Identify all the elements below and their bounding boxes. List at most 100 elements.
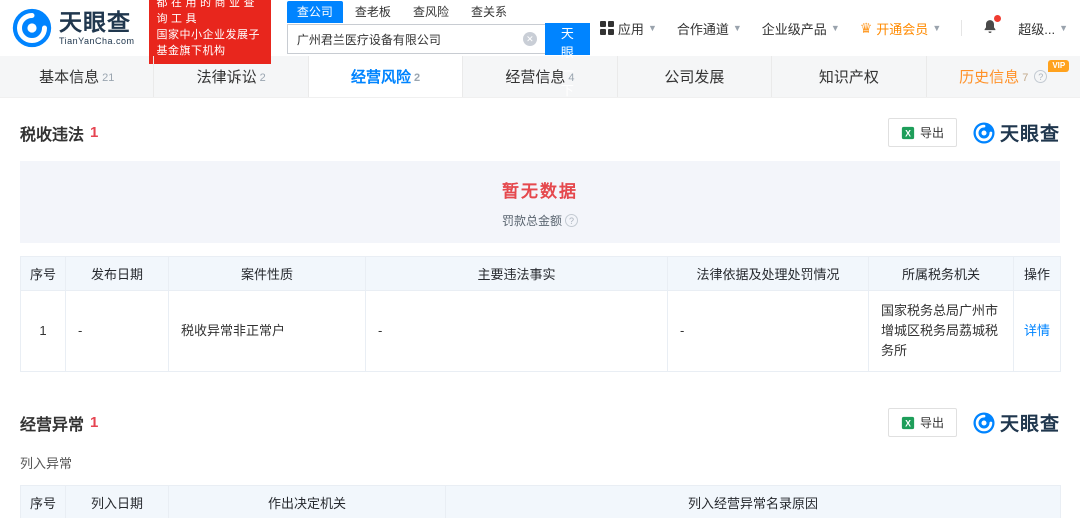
tab-label: 历史信息 xyxy=(959,66,1019,87)
tab-count: 4 xyxy=(568,72,574,84)
tianyancha-logo-icon xyxy=(973,412,995,434)
account-label: 超级... xyxy=(1018,19,1055,38)
tab-business-info[interactable]: 经营信息 4 xyxy=(463,56,617,97)
cell-no: 1 xyxy=(21,291,66,372)
promo-line-1: 都在用的商业查询工具 xyxy=(157,0,263,28)
search-tab-company[interactable]: 查公司 xyxy=(287,1,343,23)
listed-abnormal-label: 列入异常 xyxy=(20,453,1060,472)
clear-search-icon[interactable]: ✕ xyxy=(523,32,537,46)
excel-icon: X xyxy=(901,126,915,140)
section-count-tax: 1 xyxy=(90,124,98,141)
tab-label: 经营风险 xyxy=(351,66,411,87)
cell-tax-authority: 国家税务总局广州市增城区税务局荔城税务所 xyxy=(869,291,1014,372)
section-count-abnormal: 1 xyxy=(90,414,98,431)
chevron-down-icon: ▼ xyxy=(932,23,941,33)
col-header-violation-facts: 主要违法事实 xyxy=(366,257,668,291)
excel-icon: X xyxy=(901,416,915,430)
tab-count: 21 xyxy=(102,72,114,84)
search-input[interactable] xyxy=(287,24,545,54)
tab-basic-info[interactable]: 基本信息 21 xyxy=(0,56,154,97)
tab-legal-litigation[interactable]: 法律诉讼 2 xyxy=(154,56,308,97)
tax-violation-section-header: 税收违法 1 X 导出 天眼查 xyxy=(20,118,1060,147)
tianyancha-watermark: 天眼查 xyxy=(973,119,1060,146)
tab-history-info[interactable]: VIP 历史信息 7 ? xyxy=(927,56,1080,97)
grid-icon xyxy=(600,21,614,35)
nav-enterprise-label: 企业级产品 xyxy=(762,19,827,38)
no-data-banner: 暂无数据 罚款总金额 ? xyxy=(20,161,1060,243)
logo-subtitle: TianYanCha.com xyxy=(59,36,135,46)
logo-title: 天眼查 xyxy=(59,11,135,34)
promo-banner: 都在用的商业查询工具 国家中小企业发展子基金旗下机构 xyxy=(149,0,271,64)
tab-company-development[interactable]: 公司发展 xyxy=(618,56,772,97)
tianyancha-logo-icon xyxy=(973,122,995,144)
search-tabs: 查公司 查老板 查风险 查关系 xyxy=(287,1,590,23)
nav-membership-label: 开通会员 xyxy=(876,19,928,38)
search-block: 查公司 查老板 查风险 查关系 ✕ 天眼一下 xyxy=(287,1,590,55)
cell-case-nature: 税收异常非正常户 xyxy=(169,291,366,372)
cell-violation-facts: - xyxy=(366,291,668,372)
tab-intellectual-property[interactable]: 知识产权 xyxy=(772,56,926,97)
tab-count: 2 xyxy=(260,72,266,84)
table-header-row: 序号 发布日期 案件性质 主要违法事实 法律依据及处理处罚情况 所属税务机关 操… xyxy=(21,257,1061,291)
search-tab-boss[interactable]: 查老板 xyxy=(345,1,401,23)
tab-count: 2 xyxy=(414,72,420,84)
export-label: 导出 xyxy=(920,124,944,141)
question-circle-icon[interactable]: ? xyxy=(1034,70,1047,83)
search-tab-relation[interactable]: 查关系 xyxy=(461,1,517,23)
question-circle-icon[interactable]: ? xyxy=(565,214,578,227)
svg-text:X: X xyxy=(905,418,911,428)
col-header-decision-authority: 作出决定机关 xyxy=(169,486,446,518)
notification-bell-icon[interactable] xyxy=(982,18,998,38)
nav-apps[interactable]: 应用 ▼ xyxy=(600,19,657,38)
col-header-legal-basis: 法律依据及处理处罚情况 xyxy=(668,257,869,291)
company-section-tabs: 基本信息 21 法律诉讼 2 经营风险 2 经营信息 4 公司发展 知识产权 V… xyxy=(0,56,1080,98)
detail-link[interactable]: 详情 xyxy=(1014,291,1061,372)
watermark-text: 天眼查 xyxy=(1000,119,1060,146)
tab-label: 基本信息 xyxy=(39,66,99,87)
section-title-abnormal: 经营异常 xyxy=(20,411,84,435)
cell-publish-date: - xyxy=(66,291,169,372)
no-data-text: 暂无数据 xyxy=(20,177,1060,202)
search-button[interactable]: 天眼一下 xyxy=(545,23,590,55)
table-row: 1 - 税收异常非正常户 - - 国家税务总局广州市增城区税务局荔城税务所 详情 xyxy=(21,291,1061,372)
chevron-down-icon: ▼ xyxy=(831,23,840,33)
col-header-tax-authority: 所属税务机关 xyxy=(869,257,1014,291)
nav-account[interactable]: 超级... ▼ xyxy=(1018,19,1068,38)
col-header-publish-date: 发布日期 xyxy=(66,257,169,291)
fine-total-label: 罚款总金额 xyxy=(502,212,562,229)
tab-business-risk[interactable]: 经营风险 2 xyxy=(309,56,463,97)
nav-cooperation[interactable]: 合作通道 ▼ xyxy=(677,19,742,38)
crown-icon: ♛ xyxy=(860,21,873,35)
col-header-no: 序号 xyxy=(21,257,66,291)
svg-text:X: X xyxy=(905,128,911,138)
tianyancha-logo[interactable]: 天眼查 TianYanCha.com xyxy=(12,8,135,48)
nav-apps-label: 应用 xyxy=(618,19,644,38)
export-label: 导出 xyxy=(920,414,944,431)
col-header-action: 操作 xyxy=(1014,257,1061,291)
tab-count: 7 xyxy=(1022,72,1028,84)
tab-label: 经营信息 xyxy=(505,66,565,87)
notification-dot xyxy=(994,15,1001,22)
col-header-no: 序号 xyxy=(21,486,66,518)
export-button-abnormal[interactable]: X 导出 xyxy=(888,408,957,437)
nav-enterprise-products[interactable]: 企业级产品 ▼ xyxy=(762,19,840,38)
tax-violation-table: 序号 发布日期 案件性质 主要违法事实 法律依据及处理处罚情况 所属税务机关 操… xyxy=(20,256,1061,372)
search-tab-risk[interactable]: 查风险 xyxy=(403,1,459,23)
abnormal-operation-table: 序号 列入日期 作出决定机关 列入经营异常名录原因 1 2024-07-09 广… xyxy=(20,485,1061,518)
cell-legal-basis: - xyxy=(668,291,869,372)
col-header-listing-reason: 列入经营异常名录原因 xyxy=(446,486,1061,518)
vip-badge: VIP xyxy=(1048,60,1069,72)
chevron-down-icon: ▼ xyxy=(1059,23,1068,33)
divider xyxy=(961,20,962,36)
chevron-down-icon: ▼ xyxy=(648,23,657,33)
tianyancha-logo-icon xyxy=(12,8,52,48)
tab-label: 法律诉讼 xyxy=(197,66,257,87)
tianyancha-watermark: 天眼查 xyxy=(973,409,1060,436)
tab-label: 公司发展 xyxy=(664,66,724,87)
top-nav: 应用 ▼ 合作通道 ▼ 企业级产品 ▼ ♛ 开通会员 ▼ 超级... ▼ xyxy=(600,18,1068,38)
export-button-tax[interactable]: X 导出 xyxy=(888,118,957,147)
nav-open-membership[interactable]: ♛ 开通会员 ▼ xyxy=(860,19,942,38)
table-header-row: 序号 列入日期 作出决定机关 列入经营异常名录原因 xyxy=(21,486,1061,518)
col-header-listed-date: 列入日期 xyxy=(66,486,169,518)
top-header: 天眼查 TianYanCha.com 都在用的商业查询工具 国家中小企业发展子基… xyxy=(0,0,1080,56)
